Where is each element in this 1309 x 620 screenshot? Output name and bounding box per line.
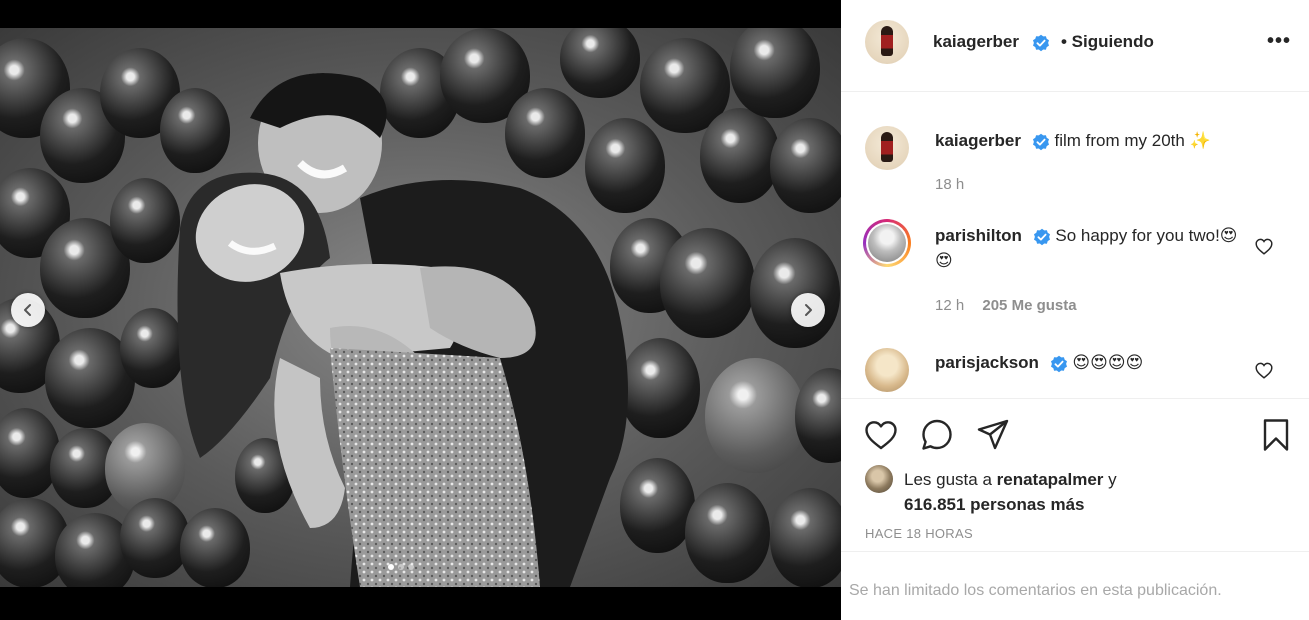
heart-icon[interactable] bbox=[863, 417, 899, 453]
balloon bbox=[660, 228, 755, 338]
comments-list: kaiagerber film from my 20th ✨ 18 h pari… bbox=[841, 93, 1309, 398]
chevron-right-icon bbox=[805, 304, 812, 316]
verified-badge-icon bbox=[1050, 355, 1067, 372]
balloon bbox=[795, 368, 841, 463]
author-username[interactable]: kaiagerber bbox=[933, 32, 1019, 52]
paper-plane-icon[interactable] bbox=[975, 417, 1011, 453]
couple-figure bbox=[177, 73, 628, 587]
balloon bbox=[770, 488, 841, 587]
balloon bbox=[685, 483, 770, 583]
caption-username[interactable]: kaiagerber bbox=[935, 131, 1021, 150]
likes-connector: y bbox=[1103, 470, 1117, 489]
carousel-indicator bbox=[388, 564, 414, 570]
comment-like-heart-icon[interactable] bbox=[1253, 359, 1275, 381]
likes-prefix: Les gusta a bbox=[904, 470, 992, 489]
post-caption: kaiagerber film from my 20th ✨ 18 h bbox=[865, 126, 1295, 196]
carousel-dot bbox=[388, 564, 394, 570]
verified-badge-icon bbox=[1033, 34, 1049, 52]
comment-time: 12 h bbox=[935, 297, 965, 314]
balloon bbox=[705, 358, 805, 473]
post-media bbox=[0, 0, 841, 620]
liker-avatar[interactable] bbox=[865, 465, 893, 493]
carousel-next-button[interactable] bbox=[791, 293, 825, 327]
post-timestamp[interactable]: HACE 18 HORAS bbox=[865, 526, 973, 541]
follow-status-button[interactable]: • Siguiendo bbox=[1061, 32, 1154, 52]
commenter-avatar[interactable] bbox=[865, 348, 909, 392]
carousel-prev-button[interactable] bbox=[11, 293, 45, 327]
comment-bubble-icon[interactable] bbox=[919, 417, 955, 453]
caption-time: 18 h bbox=[935, 176, 965, 193]
post-photo[interactable] bbox=[0, 28, 841, 587]
commenter-avatar[interactable] bbox=[863, 219, 911, 267]
comment-username[interactable]: parisjackson bbox=[935, 353, 1039, 372]
liker-username[interactable]: renatapalmer bbox=[997, 470, 1104, 489]
caption-text: film from my 20th ✨ bbox=[1054, 131, 1211, 150]
author-avatar[interactable] bbox=[865, 20, 909, 64]
verified-badge-icon bbox=[1033, 228, 1050, 245]
bookmark-icon[interactable] bbox=[1258, 417, 1294, 453]
chevron-left-icon bbox=[24, 304, 31, 316]
comment-username[interactable]: parishilton bbox=[935, 226, 1022, 245]
balloon bbox=[730, 28, 820, 118]
author-avatar[interactable] bbox=[865, 126, 909, 170]
comment-likes-button[interactable]: 205 Me gusta bbox=[982, 297, 1076, 314]
verified-badge-icon bbox=[1032, 133, 1049, 150]
comment-text: 😍😍😍😍 bbox=[1072, 353, 1144, 372]
more-options-button[interactable]: ••• bbox=[1267, 30, 1291, 53]
balloon bbox=[750, 238, 840, 348]
carousel-dot bbox=[408, 564, 414, 570]
post-panel: kaiagerber • Siguiendo ••• kaiagerber fi… bbox=[841, 0, 1309, 620]
comment-item: parisjackson 😍😍😍😍 bbox=[865, 348, 1295, 398]
balloon bbox=[770, 118, 841, 213]
likes-count-button[interactable]: 616.851 personas más bbox=[904, 495, 1085, 514]
comments-limited-notice: Se han limitado los comentarios en esta … bbox=[841, 551, 1309, 620]
post-header: kaiagerber • Siguiendo ••• bbox=[841, 0, 1309, 92]
carousel-dot bbox=[398, 564, 404, 570]
balloon bbox=[0, 408, 60, 498]
comment-like-heart-icon[interactable] bbox=[1253, 235, 1275, 257]
comment-item: parishilton So happy for you two!😍😍 12 h… bbox=[863, 219, 1295, 314]
balloon bbox=[700, 108, 780, 203]
post-actions: Les gusta a renatapalmer y 616.851 perso… bbox=[841, 398, 1309, 620]
